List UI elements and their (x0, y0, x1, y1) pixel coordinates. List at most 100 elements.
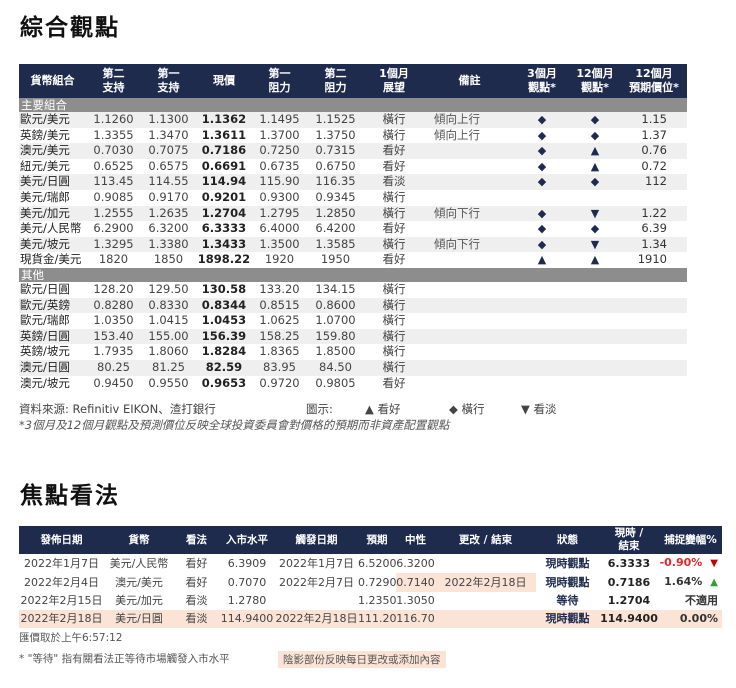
overview-column-header: 第一 支持 (141, 64, 196, 98)
one-month-outlook: 看好 (382, 221, 406, 236)
neutral-level: 116.70 (396, 610, 435, 628)
move-value: -0.90% (659, 556, 703, 569)
support-1: 0.6575 (148, 158, 189, 173)
support-2: 1.2555 (86, 205, 141, 222)
one-month-outlook: 橫行 (382, 189, 406, 204)
publish-date: 2022年2月15日 (20, 594, 103, 607)
currency-pair: 美元/人民幣 (20, 221, 82, 236)
resistance-1: 1.8365 (259, 344, 300, 359)
focus-column-header: 現時 / 結束 (599, 526, 659, 554)
price-time-note: 匯價取於上午6:57:12 (19, 632, 123, 644)
remark (424, 376, 515, 392)
resistance-1: 1920 (264, 252, 295, 267)
twelve-month-target (621, 344, 687, 360)
table-row: 美元/坡元 1.3295 1.3380 1.3433 1.3500 1.3585 橫行 傾向下… (19, 236, 687, 253)
three-month-view: ◆ (537, 159, 547, 173)
fx-overview-table: 貨幣組合 第二 支持 第一 支持 現價 第一 阻力 第二 阻力 1個月 展望 備註 3個月 觀點… (19, 64, 687, 391)
twelve-month-target: 1.34 (621, 236, 687, 253)
spot-price: 114.94 (196, 174, 252, 190)
three-month-view: ◆ (537, 128, 547, 142)
one-month-outlook: 看淡 (364, 174, 424, 190)
resistance-2: 1950 (320, 252, 351, 267)
entry-level: 6.3909 (227, 556, 267, 570)
overview-column-header: 12個月 觀點* (569, 64, 621, 98)
currency-pair: 澳元/日圓 (19, 359, 86, 376)
group-header-row: 主要組合 (19, 98, 687, 112)
twelve-month-view: ▲ (590, 159, 600, 173)
remark: 傾向上行 (434, 127, 480, 142)
focus-header-row: 發佈日期 貨幣 看法 入市水平 觸發日期 預期 中性 更改 / 結束 狀態 現時 / 結束 捕捉變幅… (19, 526, 722, 554)
spot-price: 82.59 (196, 359, 252, 376)
three-month-view: ◆ (515, 112, 569, 128)
overview-footnote: *3個月及12個月觀點及預測價位反映全球投資委員會對價格的預期而非資產配置觀點 (19, 418, 450, 432)
spot-price: 0.6691 (201, 158, 247, 173)
one-month-outlook: 看好 (364, 143, 424, 159)
entry-level: 114.9400 (219, 610, 275, 628)
table-row: 美元/瑞郎 0.9085 0.9170 0.9201 0.9300 0.9345 橫行 (19, 190, 687, 206)
current-close: 1.2704 (607, 594, 651, 607)
status: 現時觀點 (545, 556, 590, 570)
twelve-month-view: ▼ (569, 236, 621, 253)
legend-neutral: ◆ 橫行 (449, 402, 485, 416)
trigger-date: 2022年2月18日 (275, 610, 358, 628)
support-1: 1.8060 (148, 344, 189, 359)
overview-column-header: 備註 (424, 64, 515, 98)
section-title-focus: 焦點看法 (20, 483, 120, 509)
currency-pair: 現貨金/美元 (20, 252, 82, 267)
entry-level: 0.7070 (227, 575, 267, 589)
neutral-level: 1.3050 (396, 594, 435, 607)
change-close-date: 2022年2月18日 (435, 573, 536, 592)
overview-column-header: 12個月 預期價位* (621, 64, 687, 98)
twelve-month-view (569, 297, 621, 314)
currency-pair: 美元/加元 (115, 594, 163, 607)
table-row: 現貨金/美元 1820 1850 1898.22 1920 1950 看好 ▲ ▲ 1910 (19, 252, 687, 268)
support-2: 6.2900 (93, 221, 134, 236)
remark (424, 174, 515, 190)
support-1: 114.55 (141, 174, 196, 190)
spot-price: 1.3611 (201, 127, 247, 142)
twelve-month-target: 1.37 (641, 127, 667, 142)
support-2: 1.3355 (93, 127, 134, 142)
support-2: 1.3295 (86, 236, 141, 253)
focus-column-header: 貨幣 (104, 526, 174, 554)
overview-column-header: 第二 支持 (86, 64, 141, 98)
support-1: 0.8330 (141, 297, 196, 314)
table-row: 2022年1月7日 美元/人民幣 看好 6.3909 2022年1月7日 6.5200 6.… (19, 554, 722, 573)
support-1: 6.3200 (148, 221, 189, 236)
currency-pair: 英鎊/美元 (20, 127, 70, 142)
support-1: 1.0415 (148, 313, 189, 328)
spot-price: 1.2704 (196, 205, 252, 222)
twelve-month-view (569, 359, 621, 376)
spot-price: 1.1362 (196, 112, 252, 128)
status: 現時觀點 (545, 575, 590, 589)
focus-column-header: 入市水平 (219, 526, 275, 554)
one-month-outlook: 橫行 (382, 281, 406, 296)
table-row: 英鎊/日圓 153.40 155.00 156.39 158.25 159.80 橫行 (19, 328, 687, 345)
twelve-month-target (621, 190, 687, 206)
change-close-date (435, 554, 536, 573)
spot-price: 0.7186 (196, 143, 252, 159)
status: 等待 (556, 594, 579, 607)
twelve-month-view: ▲ (590, 253, 600, 267)
current-close: 114.9400 (599, 610, 659, 628)
twelve-month-target (621, 328, 687, 345)
three-month-view: ▲ (537, 253, 547, 267)
one-month-outlook: 橫行 (382, 313, 406, 328)
currency-pair: 美元/日圓 (104, 610, 174, 628)
currency-pair: 美元/日圓 (19, 174, 86, 190)
overview-column-header: 貨幣組合 (19, 64, 86, 98)
focus-column-header: 看法 (174, 526, 219, 554)
one-month-outlook: 橫行 (382, 344, 406, 359)
resistance-2: 6.4200 (315, 221, 356, 236)
expected-level: 1.2350 (358, 594, 397, 607)
three-month-view (515, 190, 569, 206)
support-2: 113.45 (86, 174, 141, 190)
resistance-1: 133.20 (259, 281, 300, 296)
twelve-month-view: ▲ (569, 143, 621, 159)
three-month-view: ◆ (515, 143, 569, 159)
view: 看好 (185, 556, 208, 570)
focus-column-header: 更改 / 結束 (435, 526, 536, 554)
resistance-1: 0.6735 (259, 158, 300, 173)
entry-level: 1.2780 (227, 594, 267, 607)
three-month-view: ◆ (515, 174, 569, 190)
